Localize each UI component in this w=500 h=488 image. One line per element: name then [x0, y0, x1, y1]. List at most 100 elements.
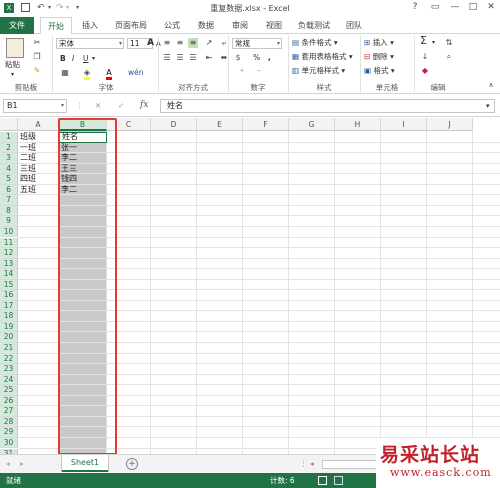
- column-header-h[interactable]: H: [335, 118, 381, 131]
- column-header-g[interactable]: G: [289, 118, 335, 131]
- percent-button[interactable]: %: [253, 53, 260, 63]
- accounting-format-icon[interactable]: $: [233, 53, 243, 63]
- cell-a1[interactable]: 班级: [18, 132, 59, 143]
- tab-formulas[interactable]: 公式: [158, 17, 186, 34]
- cell-b6[interactable]: 李二: [59, 185, 107, 196]
- row-header-5[interactable]: 5: [0, 174, 18, 185]
- conditional-format-button[interactable]: ▤ 条件格式 ▾: [292, 38, 338, 48]
- enter-entry-button[interactable]: ✓: [118, 101, 124, 111]
- comma-button[interactable]: ,: [268, 53, 271, 63]
- next-sheet-icon[interactable]: ▸: [20, 459, 24, 469]
- format-painter-icon[interactable]: ✎: [32, 66, 42, 76]
- align-center-icon[interactable]: ☰: [175, 53, 185, 63]
- autosum-dropdown-icon[interactable]: ▾: [432, 38, 435, 48]
- row-header-15[interactable]: 15: [0, 279, 18, 291]
- font-color-icon[interactable]: A: [104, 68, 114, 80]
- cancel-entry-button[interactable]: ✕: [95, 101, 101, 111]
- expand-formula-bar-icon[interactable]: ▾: [486, 101, 490, 111]
- row-header-12[interactable]: 12: [0, 248, 18, 259]
- row-header-17[interactable]: 17: [0, 300, 18, 312]
- name-box[interactable]: B1 ▾: [3, 99, 67, 113]
- column-header-d[interactable]: D: [151, 118, 197, 131]
- underline-button[interactable]: U: [83, 54, 89, 64]
- row-header-14[interactable]: 14: [0, 269, 18, 280]
- clear-icon[interactable]: ◆: [420, 66, 430, 76]
- prev-sheet-icon[interactable]: ◂: [6, 459, 10, 469]
- column-header-e[interactable]: E: [197, 118, 243, 131]
- autosum-button[interactable]: Σ: [420, 35, 427, 46]
- decrease-indent-icon[interactable]: ⇤: [204, 53, 214, 63]
- column-header-i[interactable]: I: [381, 118, 427, 131]
- formula-input[interactable]: 姓名: [160, 99, 495, 113]
- sort-filter-icon[interactable]: ⇅: [444, 38, 454, 48]
- row-header-23[interactable]: 23: [0, 364, 18, 375]
- tab-insert[interactable]: 插入: [76, 17, 104, 34]
- column-header-b[interactable]: B: [59, 118, 107, 131]
- number-format-combo[interactable]: 常规 ▾: [232, 38, 282, 49]
- increase-decimal-icon[interactable]: ⁺: [237, 67, 247, 77]
- copy-icon[interactable]: ❐: [32, 52, 42, 62]
- row-header-20[interactable]: 20: [0, 332, 18, 343]
- select-all-corner[interactable]: [0, 118, 18, 131]
- insert-function-button[interactable]: fx: [140, 100, 148, 110]
- page-layout-view-icon[interactable]: [334, 476, 343, 485]
- align-bottom-icon[interactable]: ≡: [188, 38, 198, 48]
- paste-dropdown-icon[interactable]: ▾: [11, 70, 14, 80]
- row-header-11[interactable]: 11: [0, 237, 18, 248]
- row-header-16[interactable]: 16: [0, 290, 18, 301]
- fill-color-icon[interactable]: ◈: [82, 68, 92, 80]
- italic-button[interactable]: I: [72, 54, 74, 64]
- cell-b3[interactable]: 李二: [59, 153, 107, 164]
- normal-view-icon[interactable]: [318, 476, 327, 485]
- font-name-combo[interactable]: 宋体 ▾: [56, 38, 124, 49]
- tab-load-test[interactable]: 负载测试: [294, 17, 334, 34]
- find-select-icon[interactable]: ⌕: [444, 52, 454, 62]
- format-cells-button[interactable]: ▣ 格式 ▾: [364, 66, 395, 76]
- cell-a4[interactable]: 三班: [18, 164, 59, 175]
- cell-a2[interactable]: 一班: [18, 143, 59, 154]
- row-header-6[interactable]: 6: [0, 184, 18, 196]
- scroll-left-icon[interactable]: ◂: [310, 459, 314, 469]
- bold-button[interactable]: B: [60, 54, 66, 64]
- cell-b4[interactable]: 王三: [59, 164, 107, 175]
- format-as-table-button[interactable]: ▦ 套用表格格式 ▾: [292, 52, 353, 62]
- row-header-19[interactable]: 19: [0, 321, 18, 333]
- decrease-decimal-icon[interactable]: ⁻: [254, 67, 264, 77]
- cell-styles-button[interactable]: ▥ 单元格样式 ▾: [292, 66, 345, 76]
- row-header-27[interactable]: 27: [0, 406, 18, 417]
- tab-review[interactable]: 审阅: [226, 17, 254, 34]
- insert-cells-button[interactable]: ⊞ 插入 ▾: [364, 38, 394, 48]
- column-header-f[interactable]: F: [243, 118, 289, 131]
- row-header-2[interactable]: 2: [0, 142, 18, 154]
- tab-view[interactable]: 视图: [260, 17, 288, 34]
- cell-a6[interactable]: 五班: [18, 185, 59, 196]
- row-header-21[interactable]: 21: [0, 343, 18, 354]
- fill-icon[interactable]: ↓: [420, 52, 430, 62]
- cell-a5[interactable]: 四班: [18, 174, 59, 185]
- row-header-25[interactable]: 25: [0, 385, 18, 396]
- row-header-4[interactable]: 4: [0, 163, 18, 175]
- tab-data[interactable]: 数据: [192, 17, 220, 34]
- tab-team[interactable]: 团队: [340, 17, 368, 34]
- tab-split-handle-icon[interactable]: ⋮: [300, 459, 308, 469]
- cell-a3[interactable]: 二班: [18, 153, 59, 164]
- underline-dropdown-icon[interactable]: ▾: [92, 54, 95, 64]
- orientation-icon[interactable]: ↗: [204, 38, 214, 48]
- close-button[interactable]: ✕: [482, 1, 500, 14]
- row-header-3[interactable]: 3: [0, 153, 18, 164]
- new-sheet-icon[interactable]: +: [126, 458, 138, 470]
- column-header-j[interactable]: J: [427, 118, 473, 131]
- column-header-c[interactable]: C: [107, 118, 151, 131]
- row-header-29[interactable]: 29: [0, 427, 18, 438]
- paste-icon[interactable]: [6, 38, 24, 58]
- row-header-1[interactable]: 1: [0, 132, 18, 143]
- help-button[interactable]: ?: [406, 1, 424, 14]
- cut-icon[interactable]: ✂: [32, 38, 42, 48]
- grow-font-button[interactable]: A: [147, 38, 154, 48]
- paste-button-label[interactable]: 粘贴: [5, 60, 20, 70]
- border-icon[interactable]: ▦: [60, 68, 70, 78]
- row-header-7[interactable]: 7: [0, 195, 18, 206]
- delete-cells-button[interactable]: ⊟ 删除 ▾: [364, 52, 394, 62]
- row-header-9[interactable]: 9: [0, 216, 18, 227]
- column-header-a[interactable]: A: [18, 118, 59, 131]
